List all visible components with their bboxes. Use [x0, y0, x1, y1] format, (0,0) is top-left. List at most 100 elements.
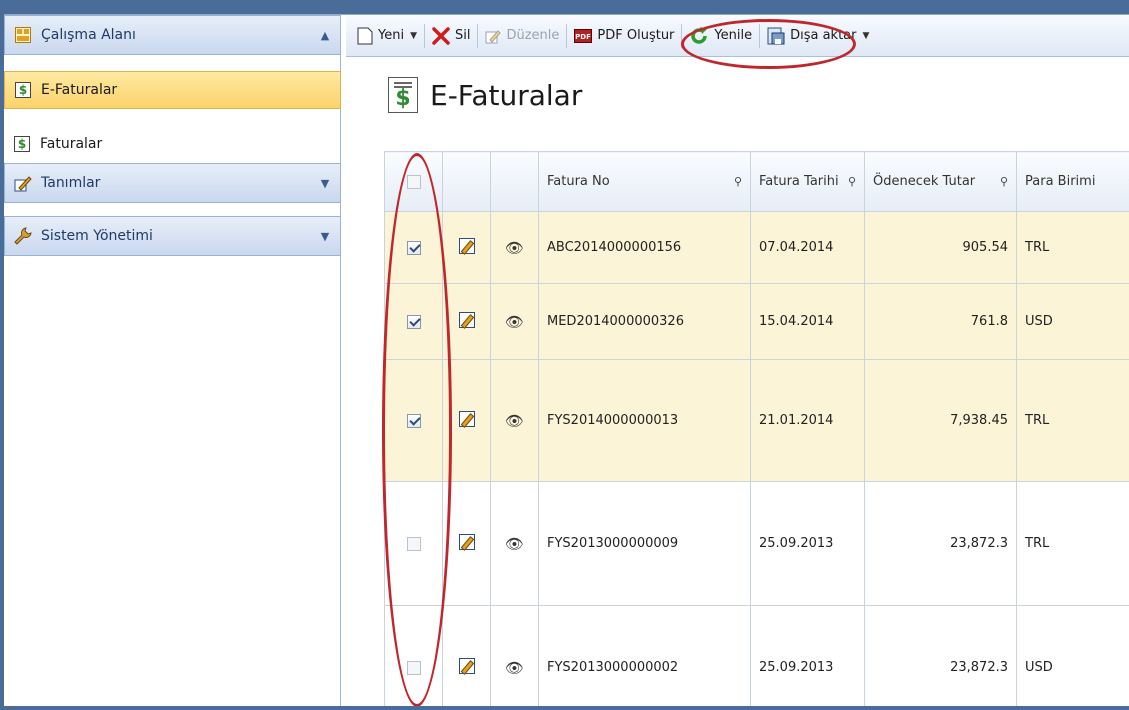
cell-odenecek-tutar: 23,872.3: [864, 481, 1017, 606]
table-row[interactable]: 👁 FYS2013000000002 25.09.2013 23,872.3 U…: [384, 605, 1129, 706]
row-view-cell: 👁: [490, 605, 539, 706]
row-checkbox[interactable]: [406, 240, 421, 255]
edit-icon[interactable]: [458, 237, 475, 254]
page-header: $ E-Faturalar: [388, 77, 582, 113]
grid-header-row: Fatura No ⚲ Fatura Tarihi ⚲ Ödenecek Tutar…: [384, 151, 1129, 212]
table-row[interactable]: 👁 FYS2014000000013 21.01.2014 7,938.45 T…: [384, 359, 1129, 482]
svg-text:PDF: PDF: [576, 33, 592, 41]
sidebar-item-faturalar[interactable]: $ Faturalar: [4, 125, 341, 163]
column-header-label: Ödenecek Tutar: [873, 174, 976, 189]
sidebar-item-label: Faturalar: [40, 136, 103, 152]
filter-icon[interactable]: ⚲: [848, 175, 856, 188]
export-button[interactable]: Dışa aktar ▼: [762, 21, 874, 51]
sidebar: Çalışma Alanı ▲ $ E-Faturalar $ Faturala…: [4, 15, 341, 706]
chevron-down-icon[interactable]: ▼: [310, 230, 340, 243]
filter-icon[interactable]: ⚲: [734, 175, 742, 188]
row-edit-cell: [442, 211, 491, 284]
table-row[interactable]: 👁 ABC2014000000156 07.04.2014 905.54 TRL: [384, 211, 1129, 284]
eye-icon[interactable]: 👁: [505, 412, 524, 430]
pdf-create-button-label: PDF Oluştur: [597, 28, 675, 43]
eye-icon[interactable]: 👁: [505, 239, 524, 257]
sidebar-group-sistem-yonetimi[interactable]: Sistem Yönetimi ▼: [4, 216, 341, 256]
row-checkbox[interactable]: [406, 413, 421, 428]
column-header-fatura-no[interactable]: Fatura No ⚲: [538, 151, 751, 212]
delete-button-label: Sil: [455, 28, 471, 43]
invoice-dollar-icon: $: [388, 77, 418, 113]
sidebar-item-e-faturalar[interactable]: $ E-Faturalar: [4, 71, 341, 109]
row-view-cell: 👁: [490, 283, 539, 360]
new-button[interactable]: Yeni ▼: [352, 21, 422, 51]
edit-icon[interactable]: [458, 410, 475, 427]
dropdown-arrow-icon[interactable]: ▼: [410, 31, 417, 41]
chevron-down-icon[interactable]: ▼: [310, 177, 340, 190]
table-row[interactable]: 👁 MED2014000000326 15.04.2014 761.8 USD: [384, 283, 1129, 360]
row-checkbox[interactable]: [406, 314, 421, 329]
sidebar-group-tanimlar[interactable]: Tanımlar ▼: [4, 163, 341, 203]
cell-fatura-no: FYS2013000000009: [538, 481, 751, 606]
column-header-label: Fatura Tarihi: [759, 174, 839, 189]
row-checkbox[interactable]: [406, 660, 421, 675]
sidebar-group-workspace[interactable]: Çalışma Alanı ▲: [4, 15, 341, 55]
row-edit-cell: [442, 359, 491, 482]
pencil-icon: [13, 173, 33, 193]
export-button-label: Dışa aktar: [790, 28, 857, 43]
refresh-icon: [689, 26, 709, 46]
sidebar-item-label: E-Faturalar: [41, 82, 118, 98]
cell-fatura-no: FYS2013000000002: [538, 605, 751, 706]
toolbar-separator: [566, 23, 568, 48]
cell-odenecek-tutar: 761.8: [864, 283, 1017, 360]
column-header-odenecek-tutar[interactable]: Ödenecek Tutar ⚲: [864, 151, 1017, 212]
cell-fatura-tarihi: 25.09.2013: [750, 605, 865, 706]
invoice-dollar-icon: $: [15, 82, 31, 98]
column-header-para-birimi[interactable]: Para Birimi⚲: [1016, 151, 1129, 212]
row-checkbox[interactable]: [406, 536, 421, 551]
row-edit-cell: [442, 605, 491, 706]
export-icon: [767, 27, 785, 45]
edit-button[interactable]: Düzenle: [480, 21, 564, 51]
row-view-cell: 👁: [490, 359, 539, 482]
sidebar-group-label: Tanımlar: [41, 175, 101, 191]
edit-icon[interactable]: [458, 311, 475, 328]
edit-icon[interactable]: [458, 657, 475, 674]
toolbar-separator: [477, 23, 479, 48]
row-select-cell: [384, 481, 443, 606]
cell-fatura-tarihi: 15.04.2014: [750, 283, 865, 360]
row-view-cell: 👁: [490, 211, 539, 284]
eye-icon[interactable]: 👁: [505, 535, 524, 553]
row-select-cell: [384, 283, 443, 360]
toolbar-separator: [424, 23, 425, 48]
filter-icon[interactable]: ⚲: [1000, 175, 1008, 188]
cell-para-birimi: TRL: [1016, 211, 1129, 284]
main-panel: Yeni ▼ Sil Düzenle PDF PDF Oluştur Yenil…: [346, 15, 1129, 706]
pdf-create-button[interactable]: PDF PDF Oluştur: [569, 21, 679, 51]
cell-odenecek-tutar: 905.54: [864, 211, 1017, 284]
refresh-button[interactable]: Yenile: [684, 21, 757, 51]
eye-icon[interactable]: 👁: [505, 659, 524, 677]
edit-icon[interactable]: [458, 533, 475, 550]
cell-odenecek-tutar: 23,872.3: [864, 605, 1017, 706]
chevron-up-icon[interactable]: ▲: [310, 29, 340, 42]
column-header-fatura-tarihi[interactable]: Fatura Tarihi ⚲: [750, 151, 865, 212]
delete-button[interactable]: Sil: [427, 21, 475, 51]
sidebar-group-label: Çalışma Alanı: [41, 27, 136, 43]
cell-odenecek-tutar: 7,938.45: [864, 359, 1017, 482]
cell-para-birimi: USD: [1016, 283, 1129, 360]
table-row[interactable]: 👁 FYS2013000000009 25.09.2013 23,872.3 T…: [384, 481, 1129, 606]
view-column-header: [490, 151, 539, 212]
wrench-icon: [13, 226, 33, 246]
delete-x-icon: [432, 26, 450, 45]
refresh-button-label: Yenile: [714, 28, 753, 43]
cell-fatura-no: MED2014000000326: [538, 283, 751, 360]
edit-button-label: Düzenle: [506, 28, 560, 43]
sidebar-group-label: Sistem Yönetimi: [41, 228, 153, 244]
toolbar-separator: [681, 23, 683, 48]
dropdown-arrow-icon[interactable]: ▼: [863, 31, 870, 41]
edit-icon: [485, 28, 502, 44]
cell-fatura-tarihi: 07.04.2014: [750, 211, 865, 284]
eye-icon[interactable]: 👁: [505, 313, 524, 331]
app-window: Çalışma Alanı ▲ $ E-Faturalar $ Faturala…: [4, 14, 1129, 706]
invoice-grid: Fatura No ⚲ Fatura Tarihi ⚲ Ödenecek Tutar…: [384, 151, 1129, 706]
cell-para-birimi: USD: [1016, 605, 1129, 706]
select-all-checkbox[interactable]: [406, 174, 421, 189]
toolbar: Yeni ▼ Sil Düzenle PDF PDF Oluştur Yenil…: [346, 15, 1129, 57]
